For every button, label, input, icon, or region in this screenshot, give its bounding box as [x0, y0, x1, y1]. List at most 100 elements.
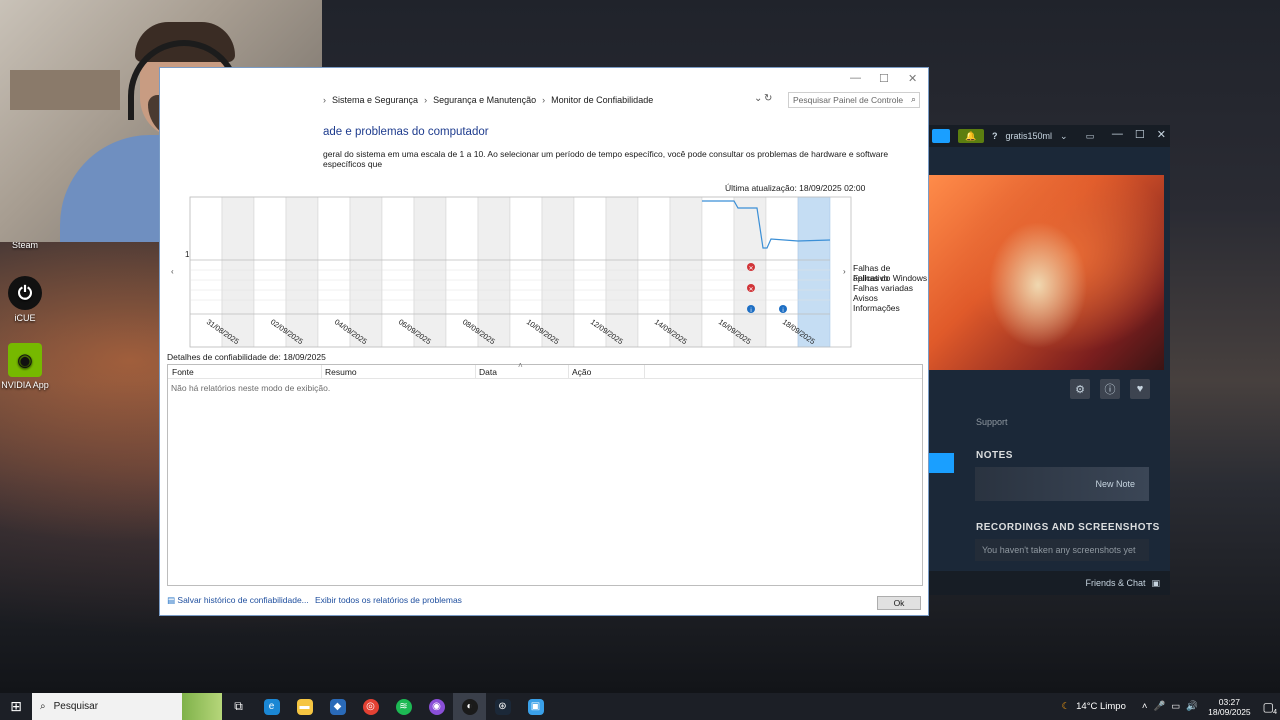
help-icon[interactable]: ? — [992, 131, 998, 141]
column-header-source[interactable]: Fonte — [172, 367, 194, 377]
reliability-chart-svg: ✕ ✕ i i ‹ › 31/08/2025 02/09/2025 04/09/20… — [171, 196, 852, 348]
icue-icon: ⏻ — [8, 276, 42, 310]
save-history-link[interactable]: ▤ Salvar histórico de confiabilidade... — [167, 595, 309, 606]
scroll-right-arrow-icon[interactable]: › — [843, 267, 846, 276]
chevron-up-icon[interactable]: ˄ — [1142, 701, 1148, 712]
close-button[interactable]: ✕ — [1157, 128, 1166, 141]
reliability-monitor-window: — ☐ ✕ › Sistema e Segurança › Segurança … — [159, 67, 929, 616]
breadcrumb-separator-icon: › — [542, 95, 546, 105]
task-view-icon[interactable]: ⧉ — [222, 693, 255, 720]
chat-icon: ▣ — [1151, 577, 1160, 588]
search-placeholder: Pesquisar Painel de Controle — [793, 95, 904, 105]
steam-window-controls: — ☐ ✕ — [1112, 128, 1166, 141]
network-icon[interactable]: ▭ — [1171, 701, 1180, 712]
ok-button[interactable]: Ok — [877, 596, 921, 610]
search-icon: ⌕ — [40, 701, 46, 712]
friends-chat-label: Friends & Chat — [1085, 578, 1146, 588]
recordings-empty: You haven't taken any screenshots yet — [975, 539, 1149, 561]
legend-warnings: Avisos — [853, 293, 878, 303]
steam-username[interactable]: gratis150ml — [1006, 131, 1053, 141]
clock-date: 18/09/2025 — [1208, 706, 1251, 717]
monitor-icon[interactable]: ▭ — [1086, 131, 1095, 142]
notification-count: 4 — [1273, 708, 1277, 716]
svg-text:i: i — [750, 308, 751, 314]
notification-bell-button[interactable]: 🔔 — [958, 129, 984, 143]
reliability-details-table: Fonte Resumo Data ˄ Ação Não há relatóri… — [167, 361, 923, 586]
steam-blue-button[interactable] — [932, 129, 950, 143]
volume-icon[interactable]: 🔊 — [1186, 701, 1198, 712]
breadcrumb: › Sistema e Segurança › Segurança e Manu… — [323, 91, 771, 109]
view-all-reports-link[interactable]: Exibir todos os relatórios de problemas — [315, 595, 462, 605]
system-tray: ☾ 14°C Limpo ˄ 🎤 ▭ 🔊 03:27 18/09/2025 ▢ 4 — [1062, 693, 1280, 720]
chrome-icon[interactable]: ◎ — [354, 693, 387, 720]
weather-label[interactable]: 14°C Limpo — [1076, 701, 1126, 712]
heart-icon[interactable]: ♥ — [1130, 379, 1150, 399]
column-header-action[interactable]: Ação — [572, 367, 591, 377]
notes-heading: NOTES — [976, 450, 1013, 461]
app-icon[interactable]: ◆ — [321, 693, 354, 720]
minimize-button[interactable]: — — [850, 72, 861, 84]
breadcrumb-item[interactable]: Segurança e Manutenção — [433, 95, 536, 105]
legend-information: Informações — [853, 303, 900, 313]
breadcrumb-separator-icon: › — [424, 95, 428, 105]
desktop-icon-label: iCUE — [14, 313, 36, 323]
steam-blue-panel — [928, 453, 954, 473]
svg-text:✕: ✕ — [748, 266, 753, 272]
page-description: geral do sistema em uma escala de 1 a 10… — [323, 149, 889, 169]
new-note-button[interactable]: New Note — [1095, 479, 1135, 489]
windows-start-icon[interactable]: ⊞ — [0, 693, 32, 720]
scroll-left-arrow-icon[interactable]: ‹ — [171, 267, 174, 276]
breadcrumb-separator-icon: › — [323, 95, 326, 105]
details-label: Detalhes de confiabilidade de: 18/09/202… — [167, 352, 326, 362]
window-titlebar: — ☐ ✕ — [160, 68, 928, 90]
taskbar-search-label: Pesquisar — [53, 701, 99, 712]
desktop-icon-icue[interactable]: ⏻ iCUE — [0, 276, 60, 323]
search-highlight-image — [182, 693, 222, 720]
desktop-icon-nvidia-app[interactable]: ◉ NVIDIA App — [0, 343, 60, 390]
index-scale-label: 1 — [185, 250, 190, 259]
svg-text:✕: ✕ — [748, 287, 753, 293]
notification-icon[interactable]: ▢ 4 — [1263, 700, 1277, 716]
file-explorer-icon[interactable]: ▬ — [288, 693, 321, 720]
breadcrumb-item[interactable]: Sistema e Segurança — [332, 95, 418, 105]
maximize-button[interactable]: ☐ — [1135, 128, 1145, 141]
taskbar: ⊞ ⌕ Pesquisar ⧉ e ▬ ◆ ◎ ≋ ◉ ◐ ⊛ ▣ ☾ 14°C… — [0, 693, 1280, 720]
info-icon[interactable]: ⓘ — [1100, 379, 1120, 399]
nvidia-icon: ◉ — [8, 343, 42, 377]
last-update-label: Última atualização: 18/09/2025 02:00 — [725, 183, 866, 193]
messenger-icon[interactable]: ◉ — [420, 693, 453, 720]
address-dropdown-icon[interactable]: ⌄ — [754, 93, 762, 104]
search-input[interactable]: Pesquisar Painel de Controle ⌕ — [788, 92, 920, 108]
new-note-box[interactable]: New Note — [975, 467, 1149, 501]
weather-icon: ☾ — [1061, 701, 1071, 712]
support-tab[interactable]: Support — [976, 417, 1008, 427]
friends-chat-button[interactable]: Friends & Chat ▣ — [928, 571, 1170, 595]
reliability-chart[interactable]: ✕ ✕ i i ‹ › 31/08/2025 02/09/2025 04/09/20… — [167, 196, 857, 348]
microphone-icon[interactable]: 🎤 — [1153, 701, 1165, 712]
close-button[interactable]: ✕ — [908, 72, 917, 85]
column-header-date[interactable]: Data — [479, 367, 497, 377]
edge-icon[interactable]: e — [255, 693, 288, 720]
taskbar-search-box[interactable]: ⌕ Pesquisar — [32, 693, 222, 720]
breadcrumb-item[interactable]: Monitor de Confiabilidade — [551, 95, 653, 105]
clock-time: 03:27 — [1218, 696, 1241, 707]
steam-icon[interactable]: ⊛ — [486, 693, 519, 720]
search-icon: ⌕ — [910, 94, 916, 104]
reliability-app-icon[interactable]: ◐ — [453, 693, 486, 720]
gear-icon[interactable]: ⚙ — [1070, 379, 1090, 399]
maximize-button[interactable]: ☐ — [879, 72, 889, 85]
steam-window: 🔔 ? gratis150ml ⌄ ▭ — ☐ ✕ ⚙ ⓘ ♥ Support … — [928, 125, 1170, 595]
refresh-icon[interactable]: ↻ — [764, 93, 772, 104]
recordings-heading: RECORDINGS AND SCREENSHOTS — [976, 522, 1160, 533]
minimize-button[interactable]: — — [1112, 128, 1123, 141]
steam-game-actions: ⚙ ⓘ ♥ — [1070, 379, 1150, 399]
column-header-summary[interactable]: Resumo — [325, 367, 357, 377]
game-hero-art — [928, 175, 1164, 370]
table-header: Fonte Resumo Data ˄ Ação — [168, 361, 922, 379]
sort-caret-icon: ˄ — [518, 361, 523, 370]
clock[interactable]: 03:27 18/09/2025 — [1208, 697, 1251, 717]
save-history-label: Salvar histórico de confiabilidade... — [177, 595, 309, 605]
control-panel-icon[interactable]: ▣ — [519, 693, 552, 720]
svg-text:i: i — [782, 308, 783, 314]
spotify-icon[interactable]: ≋ — [387, 693, 420, 720]
